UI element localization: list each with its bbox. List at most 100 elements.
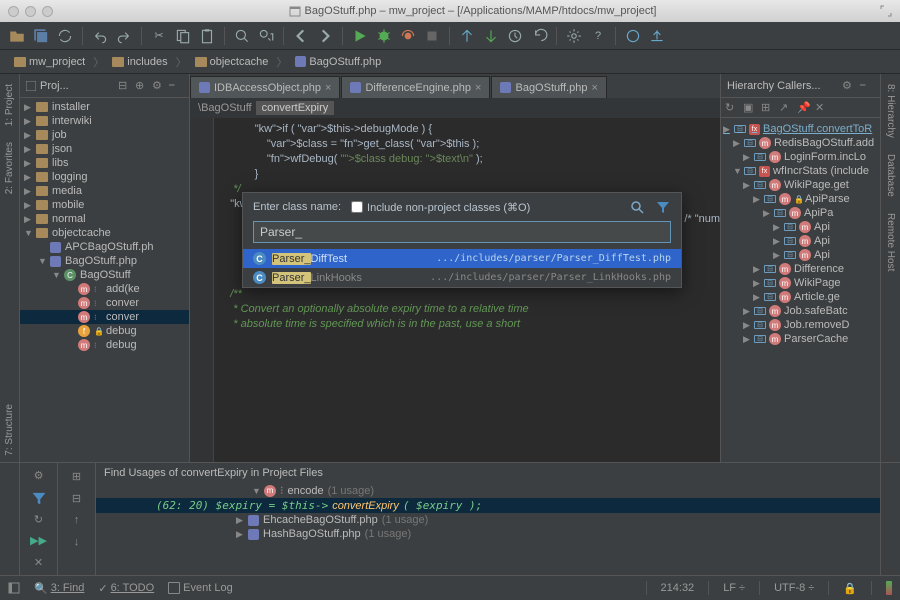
filter-icon[interactable]	[655, 199, 671, 215]
close-icon[interactable]: ✕	[30, 554, 48, 572]
run-icon[interactable]	[351, 27, 369, 45]
zoom-window[interactable]	[42, 6, 53, 17]
redo-icon[interactable]	[115, 27, 133, 45]
close-icon[interactable]: ✕	[815, 101, 829, 115]
tree-item[interactable]: ▶interwiki	[20, 114, 189, 128]
hierarchy-item[interactable]: ▶⊟mJob.safeBatc	[721, 304, 880, 318]
prev-icon[interactable]: ↑	[68, 511, 86, 529]
tree-item[interactable]: ▶libs	[20, 156, 189, 170]
filter-icon[interactable]	[30, 489, 48, 507]
tree-item[interactable]: ▼BagOStuff.php	[20, 254, 189, 268]
hierarchy-item[interactable]: ▶⊟mWikiPage.get	[721, 178, 880, 192]
tree-item[interactable]: ▶normal	[20, 212, 189, 226]
settings-gear-icon[interactable]: ⚙	[152, 79, 166, 93]
expand-icon[interactable]: ⊞	[68, 467, 86, 485]
settings-gear-icon[interactable]: ⚙	[30, 467, 48, 485]
checkbox[interactable]	[351, 201, 363, 213]
tree-item[interactable]: ▶job	[20, 128, 189, 142]
tab-remote-host[interactable]: Remote Host	[885, 207, 896, 277]
hierarchy-tree[interactable]: ▶⊟fxBagOStuff.convertToR▶⊟mRedisBagOStuf…	[721, 118, 880, 350]
tree-item[interactable]: f🔒debug	[20, 324, 189, 338]
crumb-project[interactable]: mw_project	[8, 54, 91, 70]
hierarchy-item[interactable]: ▶⊟mApi	[721, 248, 880, 262]
status-position[interactable]: 214:32	[661, 582, 695, 594]
settings-icon[interactable]	[565, 27, 583, 45]
find-row[interactable]: ▶HashBagOStuff.php (1 usage)	[96, 527, 880, 541]
hierarchy-item[interactable]: ▼⊟fxwfIncrStats (include	[721, 164, 880, 178]
find-row[interactable]: (62: 20) $expiry = $this->convertExpiry(…	[96, 498, 880, 513]
vcs-update-icon[interactable]	[458, 27, 476, 45]
debug-listen-icon[interactable]	[399, 27, 417, 45]
project-tree[interactable]: ▶installer▶interwiki▶job▶json▶libs▶loggi…	[20, 98, 189, 354]
paste-icon[interactable]	[198, 27, 216, 45]
tab-favorites[interactable]: 2: Favorites	[4, 136, 15, 200]
open-icon[interactable]	[8, 27, 26, 45]
export-icon[interactable]: ↗	[779, 101, 793, 115]
next-icon[interactable]: ↓	[68, 533, 86, 551]
hierarchy-item[interactable]: ▶⊟mApi	[721, 220, 880, 234]
hierarchy-item[interactable]: ▶⊟mArticle.ge	[721, 290, 880, 304]
hierarchy-item[interactable]: ▶⊟mLoginForm.incLo	[721, 150, 880, 164]
editor-gutter[interactable]	[190, 118, 214, 462]
find-row[interactable]: ▶EhcacheBagOStuff.php (1 usage)	[96, 513, 880, 527]
editor-tab[interactable]: DifferenceEngine.php×	[341, 76, 490, 98]
project-title[interactable]: Proj...	[40, 80, 114, 92]
cut-icon[interactable]: ✂	[150, 27, 168, 45]
status-todo[interactable]: ✓ 6: TODO	[98, 582, 154, 595]
close-window[interactable]	[8, 6, 19, 17]
breadcrumb-segment[interactable]: \BagOStuff	[198, 102, 252, 114]
find-row[interactable]: ▼m⁝encode (1 usage)	[96, 483, 880, 498]
vcs-revert-icon[interactable]	[530, 27, 548, 45]
vcs-history-icon[interactable]	[506, 27, 524, 45]
class-name-input[interactable]	[253, 221, 671, 243]
hierarchy-item[interactable]: ▶⊟m🔒ApiParse	[721, 192, 880, 206]
editor-tab[interactable]: IDBAccessObject.php×	[190, 76, 340, 98]
memory-indicator[interactable]	[886, 581, 892, 595]
tree-item[interactable]: m⁝debug	[20, 338, 189, 352]
search-icon[interactable]	[629, 199, 645, 215]
class-result[interactable]: CParser_LinkHooks.../includes/parser/Par…	[243, 268, 681, 287]
hide-icon[interactable]: ⎯	[860, 79, 874, 93]
hide-icon[interactable]: ⎯	[169, 79, 183, 93]
tree-item[interactable]: ▶logging	[20, 170, 189, 184]
vcs-commit-icon[interactable]	[482, 27, 500, 45]
class-result[interactable]: CParser_DiffTest.../includes/parser/Pars…	[243, 249, 681, 268]
project-view-icon[interactable]	[26, 81, 36, 91]
stop-icon[interactable]	[423, 27, 441, 45]
tab-project[interactable]: 1: Project	[4, 78, 15, 132]
minimize-window[interactable]	[25, 6, 36, 17]
hierarchy-item[interactable]: ▶⊟mDifference	[721, 262, 880, 276]
autoscroll-icon[interactable]: ▣	[743, 101, 757, 115]
sync-icon[interactable]	[56, 27, 74, 45]
status-eventlog[interactable]: Event Log	[168, 582, 233, 594]
editor-tab[interactable]: BagOStuff.php×	[491, 76, 606, 98]
collapse-icon[interactable]: ⊟	[118, 79, 132, 93]
collapse-icon[interactable]: ⊟	[68, 489, 86, 507]
tree-item[interactable]: APCBagOStuff.ph	[20, 240, 189, 254]
tree-item[interactable]: ▼CBagOStuff	[20, 268, 189, 282]
status-encoding[interactable]: UTF-8 ÷	[774, 582, 814, 594]
expand-all-icon[interactable]: ⊞	[761, 101, 775, 115]
tree-item[interactable]: m⁝conver	[20, 296, 189, 310]
forward-icon[interactable]	[316, 27, 334, 45]
hierarchy-item[interactable]: ▶⊟fxBagOStuff.convertToR	[721, 122, 880, 136]
status-find[interactable]: 🔍 3: Find	[34, 582, 84, 595]
tab-database[interactable]: Database	[885, 148, 896, 203]
tree-item[interactable]: ▶json	[20, 142, 189, 156]
hierarchy-item[interactable]: ▶⊟mApi	[721, 234, 880, 248]
copy-icon[interactable]	[174, 27, 192, 45]
find-usages-tree[interactable]: ▼m⁝encode (1 usage)(62: 20) $expiry = $t…	[96, 483, 880, 541]
toolwindow-toggle-icon[interactable]	[8, 582, 20, 594]
close-tab-icon[interactable]: ×	[325, 82, 331, 94]
window-controls[interactable]	[8, 6, 53, 17]
undo-icon[interactable]	[91, 27, 109, 45]
rerun-icon[interactable]: ↻	[30, 511, 48, 529]
crumb-file[interactable]: BagOStuff.php	[289, 54, 387, 70]
browsers-icon[interactable]	[624, 27, 642, 45]
tree-item[interactable]: m⁝add(ke	[20, 282, 189, 296]
popup-results[interactable]: CParser_DiffTest.../includes/parser/Pars…	[243, 249, 681, 287]
debug-icon[interactable]	[375, 27, 393, 45]
tab-hierarchy[interactable]: 8: Hierarchy	[885, 78, 896, 144]
crumb-includes[interactable]: includes	[106, 54, 173, 70]
tree-item[interactable]: ▼objectcache	[20, 226, 189, 240]
